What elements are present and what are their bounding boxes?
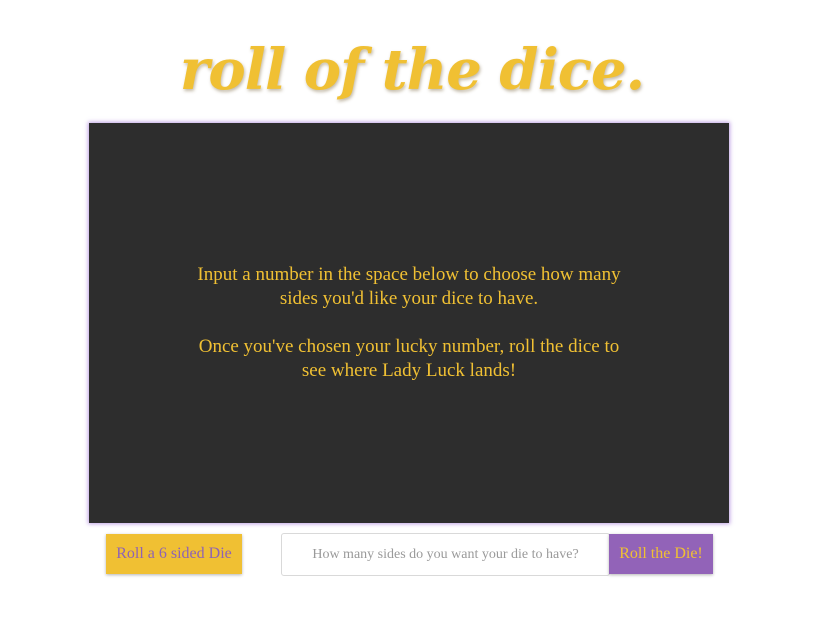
roll-die-button[interactable]: Roll the Die! (609, 534, 713, 574)
instruction-text-choose-sides: Input a number in the space below to cho… (197, 264, 621, 309)
instructions: Input a number in the space below to cho… (89, 263, 729, 407)
sides-input[interactable] (281, 533, 610, 576)
dice-display-area: Input a number in the space below to cho… (89, 123, 729, 523)
page-title: roll of the dice. (179, 37, 645, 103)
roll-six-sided-die-button[interactable]: Roll a 6 sided Die (106, 534, 242, 574)
instruction-text-roll: Once you've chosen your lucky number, ro… (198, 336, 620, 381)
